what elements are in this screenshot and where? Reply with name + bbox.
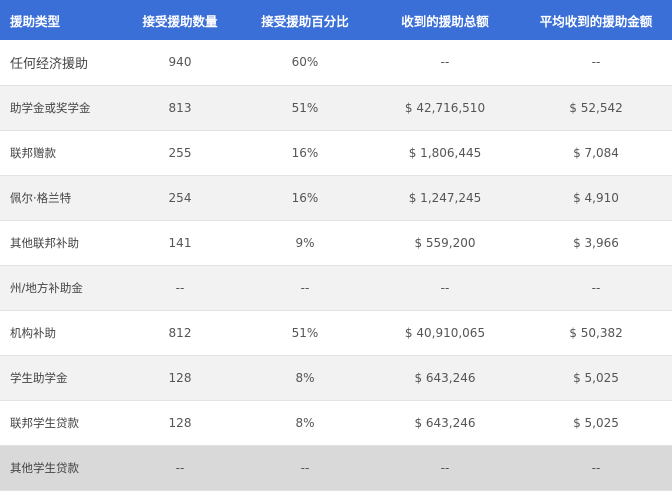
table-row: 其他联邦补助 141 9% $ 559,200 $ 3,966 [0,220,672,265]
table-row: 任何经济援助 940 60% -- -- [0,40,672,85]
cell-average: $ 3,966 [573,235,619,250]
cell-total: -- [440,280,450,295]
cell-percent: 60% [291,55,319,70]
cell-total: $ 559,200 [414,235,476,250]
cell-total: $ 40,910,065 [404,325,486,340]
cell-count: 940 [168,55,192,70]
table-row: 助学金或奖学金 813 51% $ 42,716,510 $ 52,542 [0,85,672,130]
cell-count: 255 [168,145,192,160]
table-row: 联邦赠款 255 16% $ 1,806,445 $ 7,084 [0,130,672,175]
cell-aid-type: 机构补助 [10,325,56,340]
cell-average: $ 5,025 [573,415,619,430]
cell-total: -- [440,55,450,70]
cell-percent: 16% [291,145,319,160]
cell-aid-type: 联邦学生贷款 [10,415,79,430]
table-row: 机构补助 812 51% $ 40,910,065 $ 50,382 [0,310,672,355]
cell-total: $ 643,246 [414,415,476,430]
header-recipient-percent: 接受援助百分比 [261,13,349,29]
cell-average: $ 50,382 [569,325,623,340]
cell-aid-type: 学生助学金 [10,370,68,385]
cell-aid-type: 联邦赠款 [10,145,56,160]
header-average-aid: 平均收到的援助金额 [539,13,653,29]
cell-count: 813 [168,100,192,115]
cell-total: $ 42,716,510 [404,100,486,115]
cell-aid-type: 助学金或奖学金 [10,100,91,115]
cell-total: $ 1,247,245 [408,190,482,205]
table-header: 援助类型 接受援助数量 接受援助百分比 收到的援助总额 平均收到的援助金额 [0,0,672,40]
cell-total: $ 643,246 [414,370,476,385]
cell-count: 812 [168,325,192,340]
cell-percent: 9% [295,235,315,250]
header-row: 援助类型 接受援助数量 接受援助百分比 收到的援助总额 平均收到的援助金额 [0,0,672,40]
cell-average: -- [591,460,601,475]
header-total-aid: 收到的援助总额 [401,13,489,29]
cell-percent: 8% [295,370,315,385]
table-row: 学生助学金 128 8% $ 643,246 $ 5,025 [0,355,672,400]
cell-total: $ 1,806,445 [408,145,482,160]
header-aid-type: 援助类型 [10,13,61,29]
cell-count: -- [175,460,185,475]
table-row: 州/地方补助金 -- -- -- -- [0,265,672,310]
cell-count: 128 [168,370,192,385]
cell-average: $ 4,910 [573,190,619,205]
table-row: 联邦学生贷款 128 8% $ 643,246 $ 5,025 [0,400,672,445]
cell-aid-type: 其他联邦补助 [10,235,79,250]
financial-aid-table: 援助类型 接受援助数量 接受援助百分比 收到的援助总额 平均收到的援助金额 任何… [0,0,672,491]
cell-average: $ 7,084 [573,145,619,160]
cell-percent: 16% [291,190,319,205]
cell-average: $ 5,025 [573,370,619,385]
cell-count: -- [175,280,185,295]
cell-total: -- [440,460,450,475]
cell-count: 128 [168,415,192,430]
cell-aid-type: 任何经济援助 [10,56,89,72]
header-recipient-count: 接受援助数量 [142,13,218,29]
cell-percent: -- [300,460,310,475]
cell-average: -- [591,55,601,70]
cell-percent: 8% [295,415,315,430]
cell-aid-type: 州/地方补助金 [10,280,83,295]
cell-percent: 51% [291,100,319,115]
cell-aid-type: 其他学生贷款 [10,460,79,475]
cell-average: -- [591,280,601,295]
cell-percent: -- [300,280,310,295]
table-row: 佩尔·格兰特 254 16% $ 1,247,245 $ 4,910 [0,175,672,220]
cell-percent: 51% [291,325,319,340]
cell-count: 254 [168,190,192,205]
table-body: 任何经济援助 940 60% -- -- 助学金或奖学金 813 51% $ 4… [0,40,672,490]
cell-average: $ 52,542 [569,100,623,115]
table-row: 其他学生贷款 -- -- -- -- [0,445,672,490]
cell-aid-type: 佩尔·格兰特 [10,190,72,205]
cell-count: 141 [168,235,192,250]
